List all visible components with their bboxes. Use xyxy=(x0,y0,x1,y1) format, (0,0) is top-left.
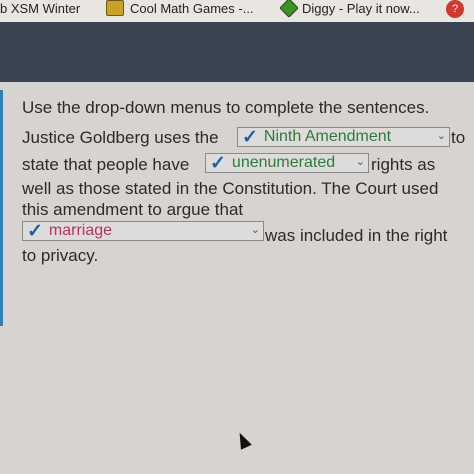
chevron-down-icon: ⌄ xyxy=(355,156,365,168)
page-header-bar xyxy=(0,22,474,82)
sentence-part-6: this amendment to argue that xyxy=(22,200,244,219)
chevron-down-icon: ⌄ xyxy=(436,130,446,142)
bookmark-label: Cool Math Games -... xyxy=(130,0,254,16)
sentence-part-3: state that people have xyxy=(22,155,190,174)
bookmark-label: b XSM Winter xyxy=(0,0,81,16)
bookmark-xsm-winter[interactable]: b XSM Winter xyxy=(0,0,80,16)
bookmark-cool-math-games[interactable]: Cool Math Games -... xyxy=(106,0,254,16)
extension-icon[interactable]: ? xyxy=(446,0,464,18)
sentence-part-1: Justice Goldberg uses the xyxy=(22,128,219,147)
bookmark-label: Diggy - Play it now... xyxy=(302,0,420,16)
dropdown-rights[interactable]: ✓ unenumerated ⌄ xyxy=(205,153,369,173)
diggy-icon xyxy=(279,0,299,18)
instructions-text: Use the drop-down menus to complete the … xyxy=(22,98,430,117)
check-icon: ✓ xyxy=(242,126,258,148)
dropdown-amendment[interactable]: ✓ Ninth Amendment ⌄ xyxy=(237,127,450,147)
chevron-down-icon: ⌄ xyxy=(250,224,260,236)
dropdown-value: marriage xyxy=(48,222,113,239)
sentence-part-5: well as those stated in the Constitution… xyxy=(22,179,439,198)
dropdown-value: unenumerated xyxy=(231,154,336,171)
sentence-part-2: to xyxy=(451,128,466,147)
check-icon: ✓ xyxy=(210,152,226,174)
check-icon: ✓ xyxy=(27,220,43,242)
dropdown-right-included[interactable]: ✓ marriage ⌄ xyxy=(22,221,264,241)
bookmark-diggy[interactable]: Diggy - Play it now... xyxy=(279,0,420,18)
cool-math-games-icon xyxy=(106,0,124,16)
bookmarks-bar: b XSM Winter Cool Math Games -... Diggy … xyxy=(0,0,474,22)
sentence-part-8: to privacy. xyxy=(22,246,99,265)
dropdown-value: Ninth Amendment xyxy=(263,128,392,145)
sentence-part-7: was included in the right xyxy=(265,226,448,245)
panel-left-border xyxy=(0,90,3,326)
sentence-part-4: rights as xyxy=(371,155,436,174)
